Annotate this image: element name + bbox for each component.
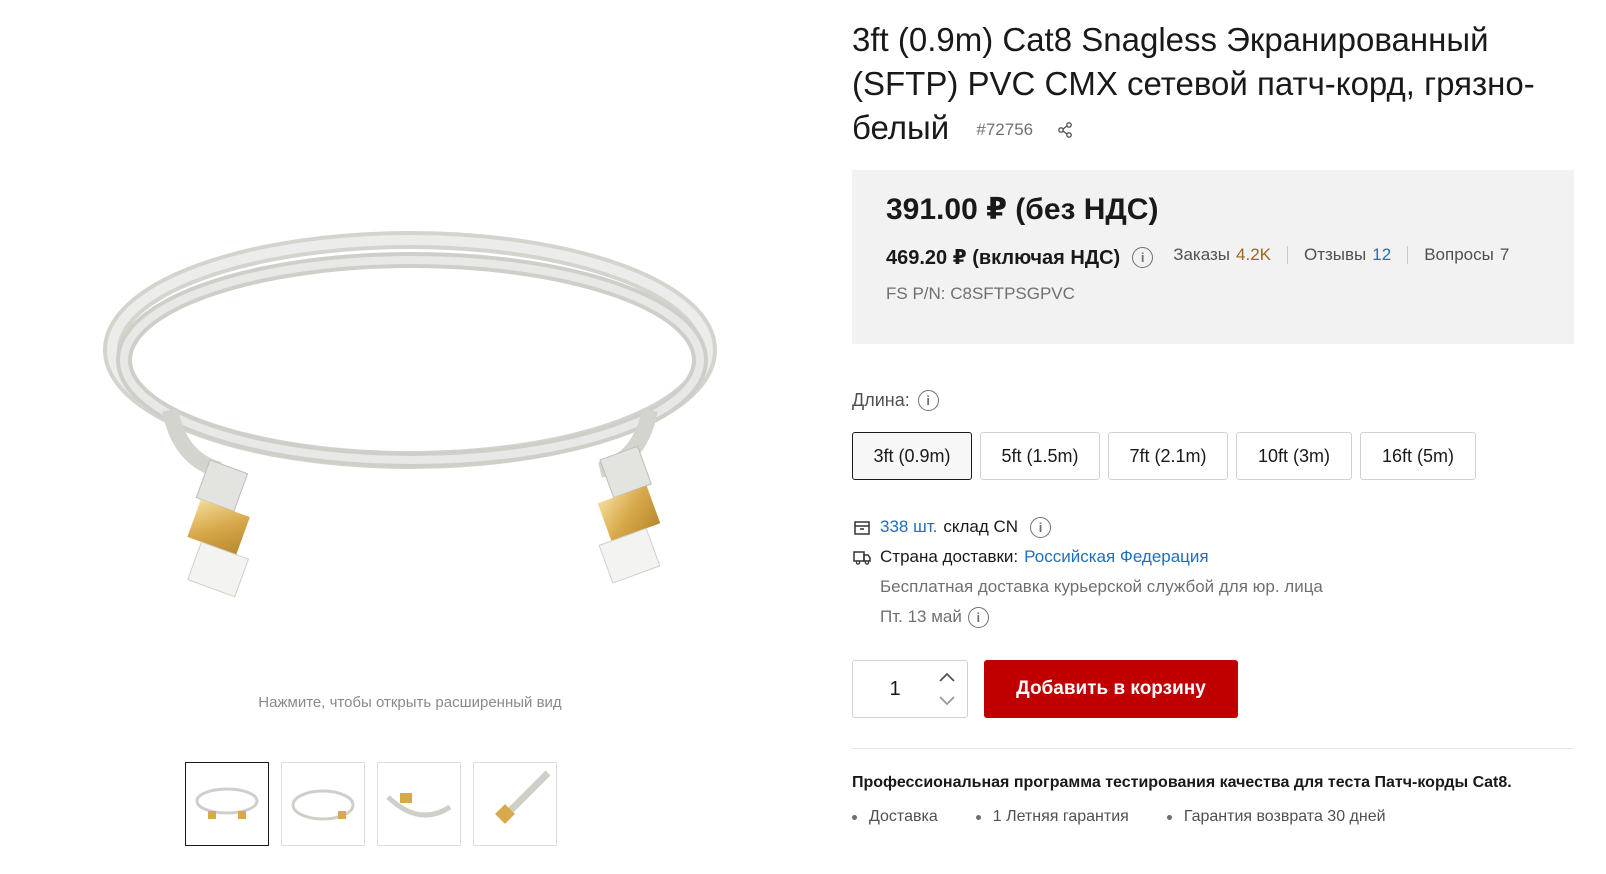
bullet-warranty: 1 Летняя гарантия (976, 808, 1129, 826)
stock-qty[interactable]: 338 шт. (880, 517, 937, 537)
zoom-hint: Нажмите, чтобы открыть расширенный вид (258, 694, 562, 711)
length-info-icon[interactable]: i (917, 390, 939, 411)
quantity-input[interactable]: 1 (853, 661, 927, 717)
stock-warehouse: склад CN (943, 517, 1019, 536)
questions-value[interactable]: 7 (1500, 245, 1509, 265)
length-option-16ft[interactable]: 16ft (5m) (1360, 432, 1476, 480)
thumbnail-strip (185, 762, 557, 846)
length-option-10ft[interactable]: 10ft (3m) (1236, 432, 1352, 480)
bullet-delivery: Доставка (852, 808, 938, 826)
orders-label: Заказы (1173, 244, 1231, 264)
delivery-country[interactable]: Российская Федерация (1024, 547, 1208, 567)
thumbnail-3[interactable] (377, 762, 461, 846)
quality-heading: Профессиональная программа тестирования … (852, 774, 1512, 791)
quantity-stepper: 1 (852, 660, 968, 718)
length-option-7ft[interactable]: 7ft (2.1m) (1108, 432, 1228, 480)
length-options: 3ft (0.9m) 5ft (1.5m) 7ft (2.1m) 10ft (3… (852, 432, 1476, 480)
orders-value: 4.2K (1236, 244, 1271, 264)
length-option-5ft[interactable]: 5ft (1.5m) (980, 432, 1100, 480)
add-to-cart-button[interactable]: Добавить в корзину (984, 660, 1238, 718)
thumbnail-1[interactable] (185, 762, 269, 846)
part-number: FS P/N: C8SFTPSGPVC (886, 284, 1075, 303)
truck-icon (853, 551, 871, 565)
product-title: 3ft (0.9m) Cat8 Snagless Экранированный … (852, 18, 1574, 152)
price-with-vat: 469.20 ₽ (включая НДС) (886, 247, 1121, 269)
vat-info-icon[interactable]: i (1132, 247, 1154, 268)
quality-bullets: Доставка 1 Летняя гарантия Гарантия возв… (852, 808, 1424, 826)
bullet-return: Гарантия возврата 30 дней (1167, 808, 1386, 826)
price-box: 391.00 ₽ (без НДС) 469.20 ₽ (включая НДС… (852, 170, 1574, 344)
price-main: 391.00 ₽ (без НДС) (886, 193, 1159, 226)
share-icon[interactable] (1056, 121, 1074, 139)
reviews-value[interactable]: 12 (1372, 245, 1391, 265)
thumbnail-4[interactable] (473, 762, 557, 846)
delivery-country-label: Страна доставки: (880, 547, 1019, 566)
stock-info: 338 шт. склад CN i Страна доставки: Росс… (852, 512, 1323, 632)
delivery-date: Пт. 13 май (880, 607, 962, 626)
chevron-down-icon[interactable] (937, 691, 957, 709)
divider (852, 748, 1574, 749)
product-title-text: 3ft (0.9m) Cat8 Snagless Экранированный … (852, 21, 1535, 146)
delivery-date-info-icon[interactable]: i (967, 606, 989, 628)
product-stats: Заказы 4.2K Отзывы 12 Вопросы 7 (1173, 245, 1509, 265)
length-label: Длина: i (852, 390, 939, 411)
reviews-label[interactable]: Отзывы (1304, 245, 1366, 265)
product-info: 3ft (0.9m) Cat8 Snagless Экранированный … (852, 18, 1574, 152)
questions-label[interactable]: Вопросы (1424, 245, 1494, 265)
warehouse-icon (854, 521, 870, 535)
product-sku: #72756 (976, 120, 1034, 140)
chevron-up-icon[interactable] (937, 669, 957, 687)
thumbnail-2[interactable] (281, 762, 365, 846)
cable-image (103, 231, 717, 598)
stock-info-icon[interactable]: i (1030, 516, 1052, 538)
delivery-note: Бесплатная доставка курьерской службой д… (880, 577, 1323, 596)
product-main-image[interactable] (60, 20, 760, 670)
length-label-text: Длина: (852, 390, 910, 410)
length-option-3ft[interactable]: 3ft (0.9m) (852, 432, 972, 480)
